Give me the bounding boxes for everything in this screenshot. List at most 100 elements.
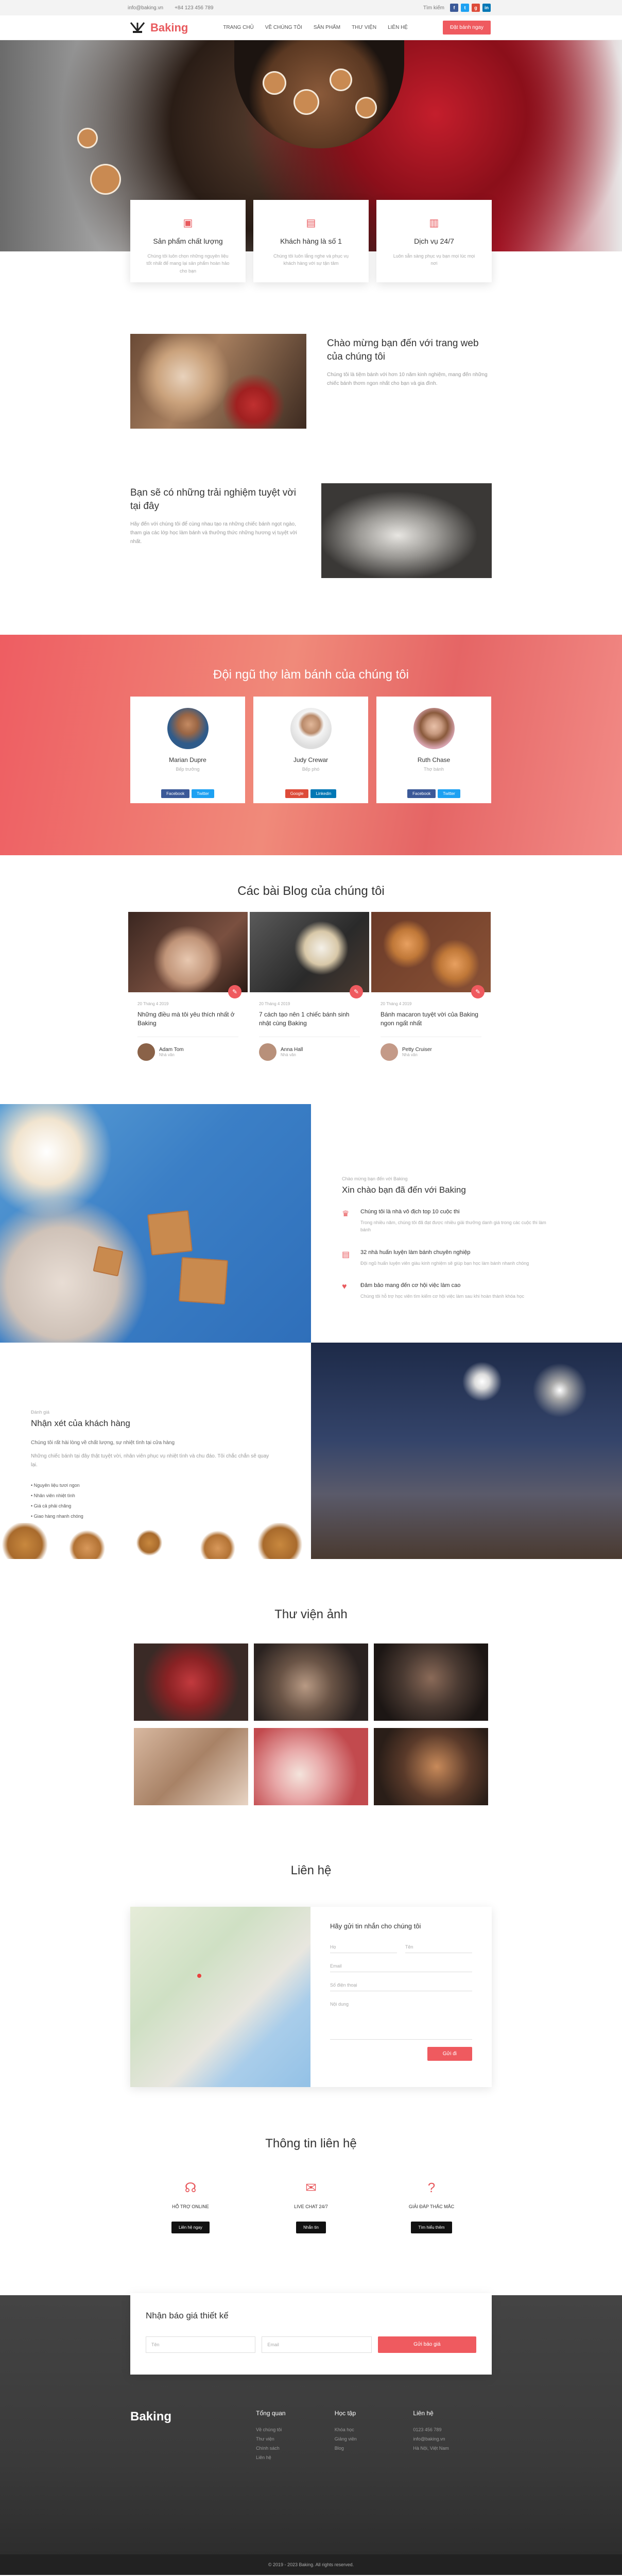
map[interactable]	[130, 1906, 310, 2087]
info-col: ? GIẢI ĐÁP THẮC MẮC Tìm hiểu thêm	[371, 2180, 492, 2233]
contact-title: Liên hệ	[290, 1863, 332, 1877]
gallery-title: Thư viện ảnh	[274, 1607, 348, 1621]
phone-text[interactable]: +84 123 456 789	[175, 5, 213, 11]
google-button[interactable]: Google	[285, 789, 309, 798]
blog-section: Các bài Blog của chúng tôi ✎ 20 Tháng 4 …	[0, 855, 622, 1061]
facebook-icon[interactable]: f	[450, 4, 458, 12]
quote-submit-button[interactable]: Gửi báo giá	[377, 2336, 476, 2353]
review-section: Đánh giá Nhận xét của khách hàng Chúng t…	[0, 1342, 622, 1559]
footer-col-title: Học tập	[334, 2409, 356, 2417]
footer-col-title: Liên hệ	[413, 2409, 434, 2417]
review-bullet: • Giá cả phải chăng	[31, 1503, 72, 1509]
avatar	[290, 708, 332, 749]
top-bar: info@baking.vn +84 123 456 789 Tìm kiếm …	[0, 0, 622, 15]
facebook-button[interactable]: Facebook	[161, 789, 190, 798]
info-col-title: LIVE CHAT 24/7	[294, 2204, 328, 2209]
footer-link[interactable]: Liên hệ	[256, 2455, 335, 2460]
feature-text: Chúng tôi luôn lắng nghe và phục vụ khác…	[273, 253, 349, 266]
blog-card[interactable]: ✎ 20 Tháng 4 2019 7 cách tạo nên 1 chiếc…	[250, 912, 369, 1061]
footer-link[interactable]: Về chúng tôi	[256, 2427, 335, 2432]
gallery-image[interactable]	[374, 1643, 488, 1721]
footer-logo[interactable]: Baking	[130, 2410, 256, 2464]
first-name-field[interactable]: Họ	[330, 1941, 397, 1953]
footer-link[interactable]: Blog	[335, 2446, 413, 2451]
review-lead: Chúng tôi rất hài lòng về chất lượng, sự…	[31, 1439, 175, 1446]
gallery-image[interactable]	[134, 1727, 248, 1805]
submit-button[interactable]: Gửi đi	[427, 2046, 472, 2061]
footer: Nhận báo giá thiết kế Tên Email Gửi báo …	[0, 2293, 622, 2575]
email-field[interactable]: Email	[330, 1960, 472, 1972]
footer-col: Liên hệ 0123 456 789 info@baking.vn Hà N…	[413, 2410, 492, 2464]
gallery-image[interactable]	[134, 1643, 248, 1721]
review-bullet: • Giao hàng nhanh chóng	[31, 1513, 83, 1519]
email-text[interactable]: info@baking.vn	[128, 5, 163, 11]
footer-link[interactable]: info@baking.vn	[413, 2436, 492, 2442]
post-author: Adam Tom Nhà văn	[137, 1036, 238, 1061]
cookie	[90, 164, 121, 195]
feature-cards: ▣ Sản phẩm chất lượng Chúng tôi luôn chọ…	[130, 200, 492, 282]
review-bullet: • Nhân viên nhiệt tình	[31, 1493, 75, 1498]
menu-item-products[interactable]: Sản phẩm	[314, 25, 340, 30]
headset-icon: ☊	[184, 2179, 197, 2195]
feature-title: Dịch vụ 24/7	[414, 237, 454, 245]
search-link[interactable]: Tìm kiếm	[423, 5, 444, 11]
welcome-item: ♛ Chúng tôi là nhà vô địch top 10 cuộc th…	[342, 1209, 622, 1234]
author-role: Nhà văn	[402, 1052, 418, 1057]
footer-link[interactable]: Chính sách	[256, 2446, 335, 2451]
gallery-image[interactable]	[374, 1727, 488, 1805]
last-name-field[interactable]: Tên	[405, 1941, 472, 1953]
phone-field[interactable]: Số điện thoại	[330, 1979, 472, 1991]
linkedin-icon[interactable]: in	[482, 4, 491, 12]
footer-link[interactable]: 0123 456 789	[413, 2427, 492, 2432]
quote-email-field[interactable]: Email	[262, 2336, 372, 2353]
flour-baking-image	[321, 483, 492, 578]
footer-link[interactable]: Hà Nội, Việt Nam	[413, 2446, 492, 2451]
footer-link[interactable]: Thư viện	[256, 2436, 335, 2442]
footer-col-title: Tổng quan	[256, 2409, 286, 2417]
footer-link[interactable]: Giảng viên	[335, 2436, 413, 2442]
google-icon[interactable]: g	[472, 4, 480, 12]
menu-item-about[interactable]: Về chúng tôi	[265, 25, 302, 30]
avatar	[167, 708, 209, 749]
menu-item-home[interactable]: Trang chủ	[223, 25, 253, 30]
footer-link[interactable]: Khóa học	[335, 2427, 413, 2432]
post-title[interactable]: 7 cách tạo nên 1 chiếc bánh sinh nhật cù…	[259, 1010, 360, 1028]
blog-card[interactable]: ✎ 20 Tháng 4 2019 Bánh macaron tuyệt vời…	[371, 912, 491, 1061]
item-title: Đảm bảo mang đến cơ hội việc làm cao	[360, 1282, 461, 1289]
menu-item-contact[interactable]: Liên hệ	[388, 25, 408, 30]
author-name: Adam Tom	[159, 1046, 184, 1053]
gallery-section: Thư viện ảnh	[0, 1559, 622, 1805]
order-button[interactable]: Đặt bánh ngay	[442, 21, 491, 35]
welcome-section: Chào mừng bạn đến với Baking Xin chào bạ…	[0, 1104, 622, 1343]
review-bullet: • Nguyên liệu tươi ngon	[31, 1482, 80, 1488]
contact-now-button[interactable]: Liên hệ ngay	[171, 2221, 210, 2233]
menu-item-gallery[interactable]: Thư viện	[352, 25, 376, 30]
post-title[interactable]: Những điều mà tôi yêu thích nhất ở Bakin…	[137, 1010, 238, 1028]
learn-more-button[interactable]: Tìm hiểu thêm	[411, 2221, 452, 2233]
message-field[interactable]: Nội dung	[330, 1998, 472, 2040]
gallery-image[interactable]	[254, 1727, 368, 1805]
cracker	[179, 1257, 228, 1304]
welcome-kicker: Chào mừng bạn đến với Baking	[342, 1176, 408, 1181]
author-name: Petty Cruiser	[402, 1046, 432, 1053]
quote-name-field[interactable]: Tên	[146, 2336, 256, 2353]
chat-button[interactable]: Nhắn tin	[296, 2221, 326, 2233]
twitter-icon[interactable]: t	[461, 4, 469, 12]
linkedin-button[interactable]: Linkedin	[310, 789, 337, 798]
blog-card[interactable]: ✎ 20 Tháng 4 2019 Những điều mà tôi yêu …	[128, 912, 248, 1061]
welcome-title: Xin chào bạn đã đến với Baking	[342, 1184, 466, 1195]
feature-text: Luôn sẵn sàng phục vụ bạn mọi lúc mọi nơ…	[393, 253, 475, 266]
feature-card: ▥ Dịch vụ 24/7 Luôn sẵn sàng phục vụ bạn…	[376, 200, 492, 282]
gallery-image[interactable]	[254, 1643, 368, 1721]
box-icon: ▥	[429, 217, 439, 229]
cracker	[93, 1246, 124, 1277]
logo[interactable]: Baking	[129, 21, 188, 35]
facebook-button[interactable]: Facebook	[407, 789, 436, 798]
blog-title: Các bài Blog của chúng tôi	[237, 884, 385, 898]
cookie	[77, 128, 98, 148]
author-role: Nhà văn	[159, 1052, 175, 1057]
twitter-button[interactable]: Twitter	[192, 789, 214, 798]
twitter-button[interactable]: Twitter	[438, 789, 460, 798]
post-title[interactable]: Bánh macaron tuyệt vời của Baking ngon n…	[381, 1010, 481, 1028]
item-text: Đội ngũ huấn luyện viên giàu kinh nghiệm…	[360, 1260, 529, 1266]
